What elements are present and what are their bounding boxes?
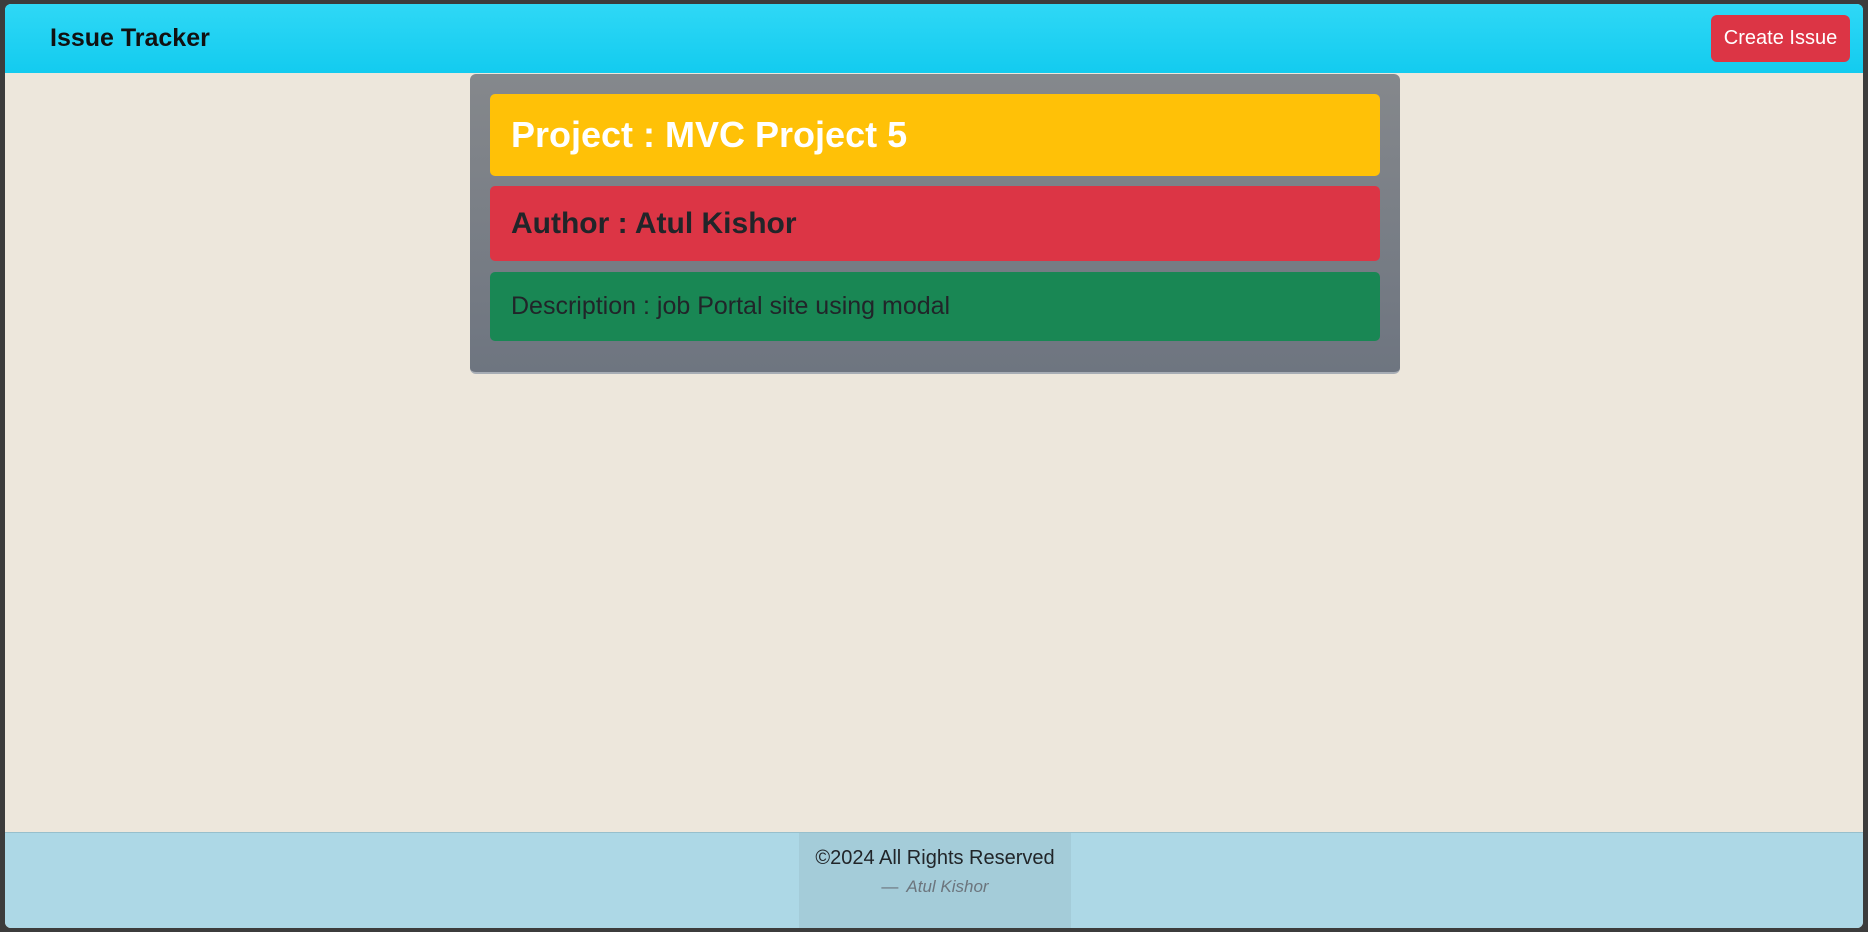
footer-signature: — Atul Kishor xyxy=(799,877,1071,897)
signature-dash: — xyxy=(881,877,899,896)
create-issue-button[interactable]: Create Issue xyxy=(1711,15,1850,62)
project-description: Description : job Portal site using moda… xyxy=(490,272,1380,341)
brand-link[interactable]: Issue Tracker xyxy=(50,24,210,53)
navbar: Issue Tracker Create Issue xyxy=(5,4,1863,73)
footer-blockquote: ©2024 All Rights Reserved — Atul Kishor xyxy=(799,833,1071,928)
project-title: Project : MVC Project 5 xyxy=(490,94,1380,176)
project-author: Author : Atul Kishor xyxy=(490,186,1380,261)
copyright-text: ©2024 All Rights Reserved xyxy=(815,847,1055,869)
footer: ©2024 All Rights Reserved — Atul Kishor xyxy=(5,832,1863,928)
signature-name: Atul Kishor xyxy=(906,877,989,896)
project-card: Project : MVC Project 5 Author : Atul Ki… xyxy=(470,74,1400,374)
app-window: Issue Tracker Create Issue Project : MVC… xyxy=(5,4,1863,928)
